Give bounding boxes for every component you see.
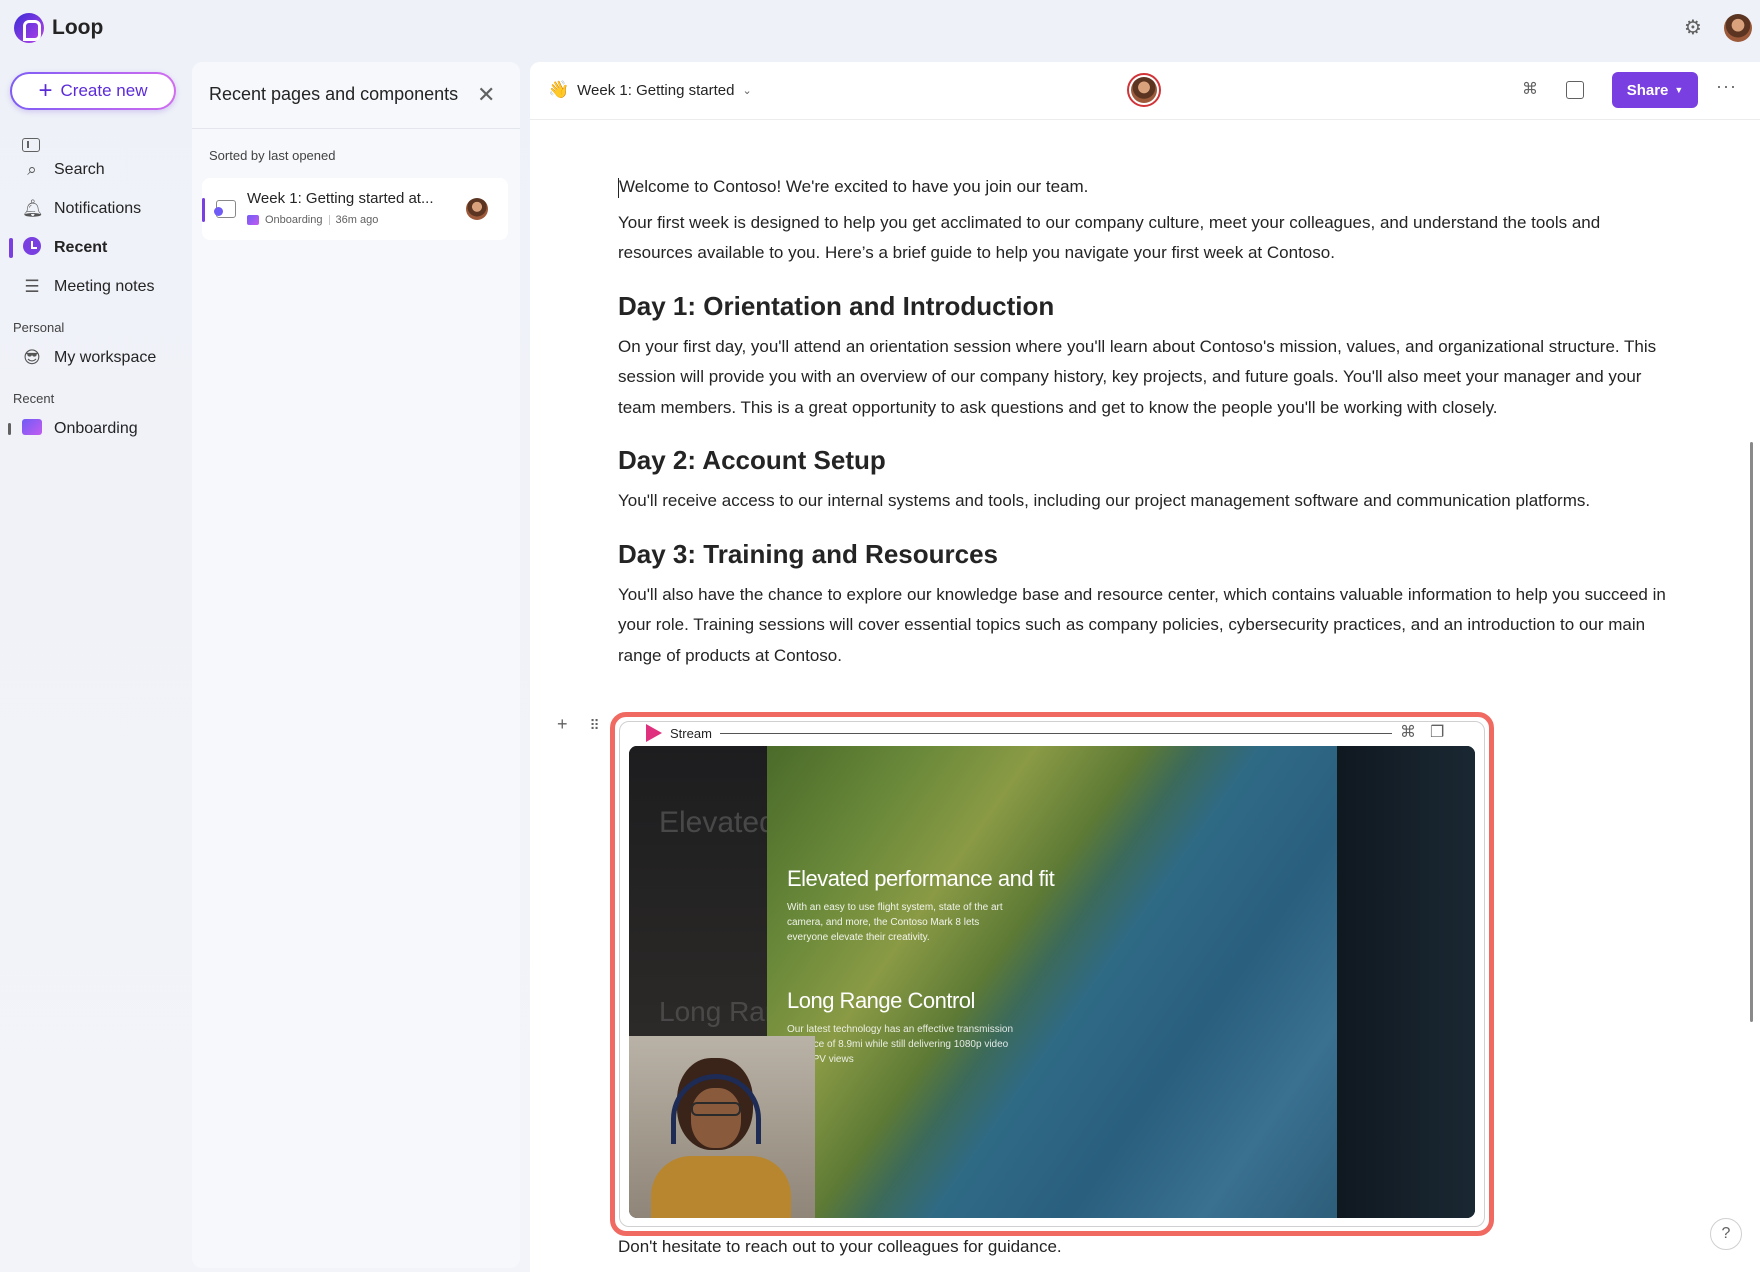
- search-icon: ⌕: [27, 160, 37, 179]
- collapse-sidebar-icon[interactable]: [22, 138, 40, 152]
- avatar: [466, 198, 488, 220]
- video-left-panel: Elevated pe Long Range: [629, 746, 817, 1036]
- recent-page-card[interactable]: Week 1: Getting started at... Onboarding…: [202, 178, 508, 240]
- recent-page-title: Week 1: Getting started at...: [247, 190, 434, 207]
- document-header: 👋 Week 1: Getting started ⌄ ⌘ Share ▼ ··…: [530, 62, 1760, 120]
- panel-title: Recent pages and components: [209, 84, 459, 104]
- nav-item-notifications[interactable]: 🔔︎ Notifications: [14, 191, 184, 227]
- stream-embed[interactable]: Stream ⌘ ❐ Elevated pe Long Range Elevat…: [619, 721, 1485, 1227]
- top-bar: Loop ⚙: [0, 0, 1760, 58]
- page-title-breadcrumb[interactable]: 👋 Week 1: Getting started ⌄: [548, 80, 752, 100]
- chevron-down-icon: ⌄: [742, 84, 752, 97]
- recent-pages-panel: Recent pages and components ✕ Sorted by …: [192, 62, 520, 1268]
- personal-heading: Personal: [13, 320, 65, 335]
- create-new-button[interactable]: + Create new: [10, 72, 176, 110]
- copy-component-icon[interactable]: [1566, 81, 1584, 99]
- video-caption: Our latest technology has an effective t…: [787, 1024, 1014, 1065]
- presenter-body: [651, 1156, 791, 1218]
- video-title: Long Range Control: [787, 988, 975, 1013]
- share-label: Share: [1626, 81, 1669, 99]
- app-name: Loop: [52, 16, 104, 39]
- section-heading[interactable]: Day 1: Orientation and Introduction: [618, 291, 1678, 322]
- video-caption: With an easy to use flight system, state…: [787, 902, 1003, 943]
- stream-embed-highlight: Stream ⌘ ❐ Elevated pe Long Range Elevat…: [610, 712, 1494, 1236]
- video-player[interactable]: Elevated pe Long Range Elevated performa…: [629, 746, 1475, 1218]
- section-heading[interactable]: Day 3: Training and Resources: [618, 539, 1678, 570]
- recent-page-workspace: Onboarding: [265, 214, 323, 226]
- help-button[interactable]: ?: [1710, 1218, 1742, 1250]
- page-title: Week 1: Getting started: [577, 81, 735, 99]
- gear-icon[interactable]: ⚙: [1682, 17, 1704, 39]
- nav-item-meeting-notes[interactable]: ☰ Meeting notes: [14, 269, 184, 305]
- section-heading[interactable]: Day 2: Account Setup: [618, 445, 1678, 476]
- close-icon[interactable]: ✕: [477, 82, 495, 108]
- workspace-icon: [22, 418, 42, 440]
- chevron-down-icon: ▼: [1674, 85, 1684, 95]
- nav-item-label: Search: [54, 161, 105, 178]
- video-frame: [767, 746, 1337, 1218]
- closing-paragraph[interactable]: Don't hesitate to reach out to your coll…: [618, 1237, 1062, 1257]
- block-tools: + ⠿: [557, 714, 600, 736]
- plus-icon: +: [38, 77, 53, 104]
- document-body[interactable]: Welcome to Contoso! We're excited to hav…: [618, 172, 1678, 671]
- document-canvas: 👋 Week 1: Getting started ⌄ ⌘ Share ▼ ··…: [530, 62, 1760, 1272]
- left-navigation: + Create new ⌕ Search 🔔︎ Notifications R…: [0, 58, 190, 1272]
- add-block-icon[interactable]: +: [557, 714, 568, 736]
- video-right-panel: [1337, 746, 1475, 1218]
- page-icon: [214, 200, 236, 218]
- nav-item-label: Onboarding: [54, 420, 138, 437]
- paragraph[interactable]: On your first day, you'll attend an orie…: [618, 332, 1678, 424]
- presenter-video: [629, 1036, 815, 1218]
- nav-item-my-workspace[interactable]: 😎 My workspace: [14, 340, 184, 376]
- scrollbar[interactable]: [1750, 442, 1753, 1022]
- loop-logo-icon: [14, 13, 44, 43]
- recent-heading: Recent: [13, 391, 55, 406]
- intro-paragraph[interactable]: Welcome to Contoso! We're excited to hav…: [618, 172, 1678, 203]
- paragraph[interactable]: You'll also have the chance to explore o…: [618, 580, 1678, 672]
- recent-page-time: 36m ago: [335, 214, 379, 226]
- nav-item-label: My workspace: [54, 349, 157, 366]
- stream-label: Stream: [640, 724, 718, 742]
- components-icon[interactable]: ⌘: [1520, 80, 1540, 100]
- create-new-label: Create new: [60, 81, 148, 100]
- copy-component-icon[interactable]: ❐: [1430, 722, 1444, 742]
- page-emoji-icon: 👋: [548, 80, 570, 99]
- stream-label-text: Stream: [670, 725, 712, 741]
- components-icon[interactable]: ⌘: [1400, 722, 1416, 742]
- intro-text: Welcome to Contoso! We're excited to hav…: [619, 177, 1089, 196]
- divider: [192, 128, 520, 129]
- divider: [328, 215, 330, 225]
- bell-icon: 🔔︎: [22, 199, 44, 218]
- expand-marker: [8, 423, 11, 435]
- app-logo[interactable]: Loop: [14, 13, 103, 43]
- notes-icon: ☰: [24, 277, 40, 296]
- divider: [720, 733, 1392, 734]
- workspace-icon: [247, 215, 259, 225]
- embed-tools: ⌘ ❐: [1394, 722, 1451, 742]
- nav-item-onboarding[interactable]: Onboarding: [8, 411, 184, 447]
- share-button[interactable]: Share ▼: [1612, 72, 1698, 108]
- video-title: Elevated performance and fit: [787, 866, 1055, 891]
- workspace-emoji-icon: 😎: [23, 348, 41, 367]
- avatar: [1131, 77, 1157, 103]
- nav-item-label: Meeting notes: [54, 278, 155, 295]
- nav-item-recent[interactable]: Recent: [9, 230, 184, 266]
- stream-logo-icon: [646, 724, 662, 742]
- sort-label: Sorted by last opened: [209, 148, 336, 163]
- collaborator-avatar[interactable]: [1127, 73, 1161, 107]
- nav-item-label: Notifications: [54, 200, 142, 217]
- paragraph[interactable]: You'll receive access to our internal sy…: [618, 486, 1678, 517]
- clock-icon: [22, 236, 42, 260]
- more-options-icon[interactable]: ···: [1716, 76, 1737, 97]
- nav-item-label: Recent: [54, 239, 108, 256]
- drag-handle-icon[interactable]: ⠿: [590, 714, 600, 736]
- profile-avatar[interactable]: [1724, 14, 1752, 42]
- paragraph[interactable]: Your first week is designed to help you …: [618, 208, 1678, 269]
- recent-page-meta: Onboarding 36m ago: [247, 214, 378, 226]
- nav-item-search[interactable]: ⌕ Search: [14, 152, 184, 188]
